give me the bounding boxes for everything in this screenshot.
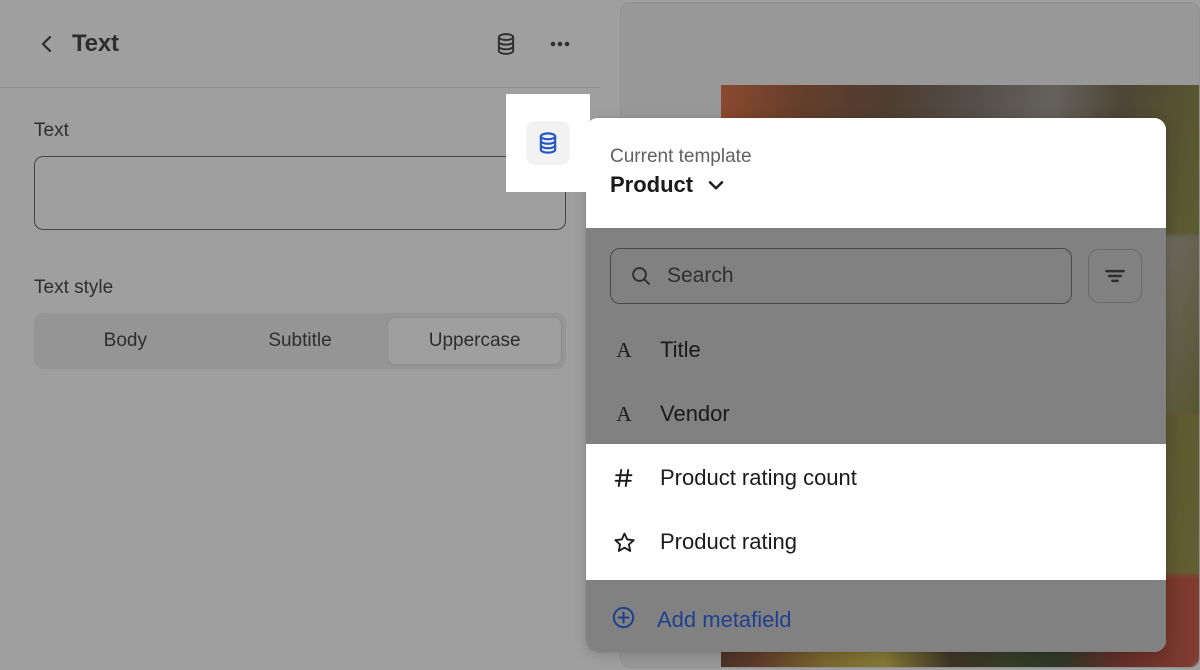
dynamic-source-button[interactable] (526, 121, 570, 165)
search-row: Search (586, 228, 1166, 304)
field-row-title[interactable]: A Title (586, 318, 1166, 382)
header-actions (490, 28, 576, 60)
add-metafield-label: Add metafield (657, 607, 792, 633)
field-label: Vendor (660, 401, 730, 427)
text-input[interactable] (34, 156, 566, 230)
chevron-left-icon (37, 34, 57, 54)
add-metafield-button[interactable]: Add metafield (586, 588, 1166, 652)
header-database-button[interactable] (490, 28, 522, 60)
popover-content: Search A Title (586, 228, 1166, 652)
chevron-down-icon (705, 174, 727, 196)
text-field-label: Text (34, 120, 566, 142)
text-field-icon: A (610, 402, 638, 426)
current-template-label: Current template (610, 146, 1142, 168)
search-input-wrapper[interactable]: Search (610, 248, 1072, 304)
more-options-button[interactable] (544, 28, 576, 60)
page-title: Text (72, 30, 119, 58)
ellipsis-icon (547, 31, 573, 57)
database-icon (535, 130, 561, 156)
field-label: Product rating count (660, 465, 857, 491)
field-label: Title (660, 337, 701, 363)
text-style-option-body[interactable]: Body (38, 317, 213, 365)
text-style-option-subtitle[interactable]: Subtitle (213, 317, 388, 365)
search-icon (629, 264, 653, 288)
filter-button[interactable] (1088, 249, 1142, 303)
field-row-vendor[interactable]: A Vendor (586, 382, 1166, 446)
text-style-option-uppercase[interactable]: Uppercase (387, 317, 562, 365)
filter-icon (1102, 263, 1128, 289)
panel-header: Text (0, 0, 600, 88)
template-selector[interactable]: Product (610, 172, 1142, 198)
dynamic-source-popover: Current template Product Search (586, 118, 1166, 652)
star-field-icon (610, 530, 638, 555)
back-button[interactable] (32, 29, 62, 59)
svg-text:A: A (616, 402, 632, 426)
field-list: A Title A Vendor (586, 318, 1166, 574)
app-root: Text (0, 0, 1200, 670)
number-field-icon (610, 466, 638, 490)
field-row-product-rating[interactable]: Product rating (586, 510, 1166, 574)
field-label: Product rating (660, 529, 797, 555)
dynamic-source-trigger-cutout (506, 94, 590, 192)
svg-text:A: A (616, 338, 632, 362)
search-placeholder: Search (667, 264, 734, 288)
circle-plus-icon (610, 604, 637, 636)
text-field-icon: A (610, 338, 638, 362)
text-style-segmented-control: Body Subtitle Uppercase (34, 313, 566, 369)
text-style-label: Text style (34, 277, 566, 299)
field-row-product-rating-count[interactable]: Product rating count (586, 446, 1166, 510)
database-icon (493, 31, 519, 57)
template-name: Product (610, 172, 693, 198)
popover-header: Current template Product (586, 118, 1166, 228)
